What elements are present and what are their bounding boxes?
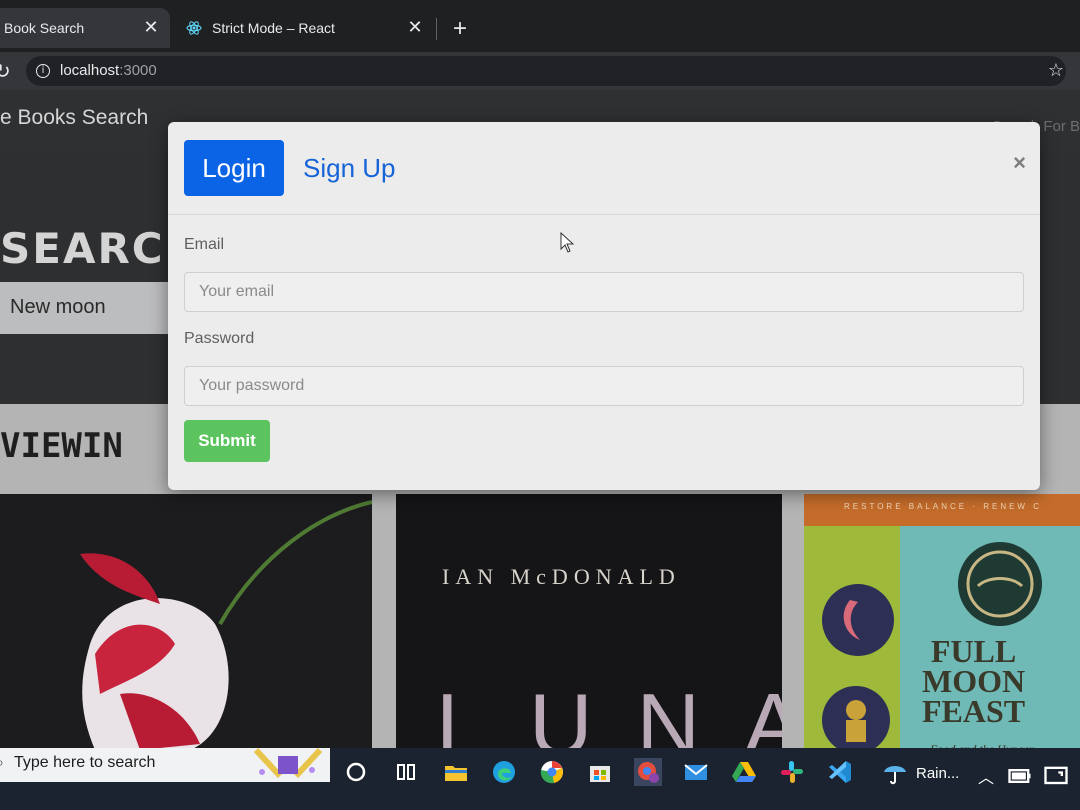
search-highlight-art-icon — [253, 747, 323, 779]
submit-button[interactable]: Submit — [184, 420, 270, 462]
login-modal: Login Sign Up × Email Password Submit — [168, 122, 1040, 490]
slack-icon[interactable] — [778, 758, 806, 786]
close-icon[interactable]: ✕ — [406, 18, 424, 36]
chrome-profile-icon[interactable] — [634, 758, 662, 786]
book-tagline: RESTORE BALANCE · RENEW C — [844, 502, 1042, 511]
email-label: Email — [184, 236, 225, 253]
close-icon[interactable]: ✕ — [142, 18, 160, 36]
results-heading: VIEWIN — [0, 426, 123, 466]
reload-icon[interactable]: ↻ — [0, 59, 11, 84]
google-chrome-icon[interactable] — [538, 758, 566, 786]
book-author: IAN McDONALD — [442, 564, 681, 589]
mail-icon[interactable] — [682, 758, 710, 786]
tab-book-search[interactable]: Book Search ✕ — [0, 8, 170, 48]
taskbar-search-placeholder: Type here to search — [14, 754, 156, 771]
browser-tabstrip: Book Search ✕ Strict Mode – React ✕ + — [0, 0, 1080, 52]
task-view-icon[interactable] — [392, 758, 420, 786]
book-card[interactable]: RESTORE BALANCE · RENEW C FULL MOON FEAS… — [804, 494, 1080, 750]
store-icon[interactable] — [586, 758, 614, 786]
password-label: Password — [184, 330, 255, 347]
title-line: FEAST — [922, 693, 1026, 729]
cortana-icon[interactable] — [342, 758, 370, 786]
book-title: LUNA — [436, 675, 782, 750]
hands-emblem-icon — [958, 542, 1042, 626]
react-favicon-icon — [186, 21, 202, 35]
tab-divider — [436, 18, 437, 40]
search-icon: ⌕ — [0, 754, 4, 771]
url-port: :3000 — [119, 62, 157, 79]
tab-login[interactable]: Login — [184, 140, 284, 196]
book-title: FULL MOON FEAST — [922, 633, 1026, 729]
taskbar-search-box[interactable]: ⌕ Type here to search — [0, 747, 330, 782]
windows-taskbar: ⌕ Type here to search Rain... ︿ — [0, 747, 1080, 810]
site-info-icon[interactable]: i — [36, 64, 50, 78]
file-explorer-icon[interactable] — [442, 758, 470, 786]
email-field[interactable] — [184, 272, 1024, 312]
tab-title: Book Search — [4, 20, 85, 36]
book-card[interactable] — [0, 494, 372, 750]
modal-header: Login Sign Up × — [168, 122, 1040, 215]
weather-label: Rain... — [916, 764, 960, 782]
weather-widget[interactable]: Rain... — [882, 760, 959, 786]
bookmark-star-icon[interactable]: ☆ — [1048, 60, 1064, 81]
tab-strict-mode-react[interactable]: Strict Mode – React ✕ — [178, 8, 434, 48]
password-field[interactable] — [184, 366, 1024, 406]
figure-emblem-icon — [822, 686, 890, 750]
title-line: FULL — [930, 633, 1017, 669]
edge-icon[interactable] — [490, 758, 518, 786]
google-drive-icon[interactable] — [730, 758, 758, 786]
moon-emblem-icon — [822, 584, 894, 656]
tab-title: Strict Mode – React — [212, 20, 335, 36]
tab-signup[interactable]: Sign Up — [303, 140, 396, 196]
new-tab-button[interactable]: + — [446, 16, 474, 44]
address-bar[interactable]: i localhost:3000 ☆ — [26, 56, 1066, 86]
tulip-cover-art-icon — [80, 500, 372, 750]
close-icon[interactable]: × — [1013, 150, 1026, 176]
search-input-value: New moon — [10, 296, 106, 318]
browser-toolbar: ↻ i localhost:3000 ☆ — [0, 52, 1080, 90]
url-host: localhost — [60, 62, 120, 79]
chevron-up-icon[interactable]: ︿ — [978, 764, 994, 788]
network-icon[interactable] — [1042, 762, 1070, 790]
umbrella-rain-icon — [884, 766, 906, 785]
battery-icon[interactable] — [1006, 762, 1034, 790]
url-text: localhost:3000 — [60, 62, 157, 79]
mouse-cursor-icon — [560, 232, 574, 253]
title-line: MOON — [922, 663, 1026, 699]
hero-heading: SEARC — [0, 224, 165, 273]
vscode-icon[interactable] — [826, 758, 854, 786]
navbar-brand[interactable]: e Books Search — [0, 106, 148, 130]
book-card[interactable]: IAN McDONALD LUNA — [396, 494, 782, 750]
